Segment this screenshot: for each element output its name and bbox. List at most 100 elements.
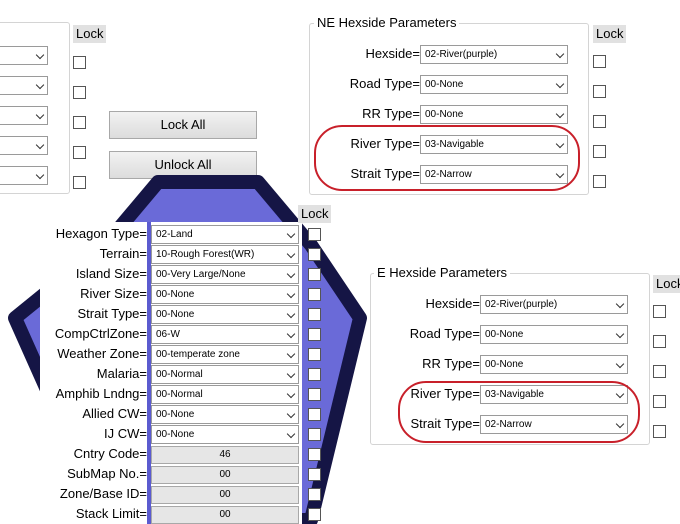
hex-label-river-size: River Size= (80, 286, 147, 301)
hex-lock-checkbox[interactable] (308, 468, 321, 481)
e-hexside-value: 02-River(purple) (485, 299, 558, 310)
hex-amphib-lndng-select[interactable]: 00-Normal (151, 385, 299, 404)
hex-label-weather-zone: Weather Zone= (57, 346, 147, 361)
chevron-down-icon (286, 269, 296, 279)
ne-hexside-select[interactable]: 02-River(purple) (420, 45, 568, 64)
chevron-down-icon (286, 369, 296, 379)
hex-terrain-select[interactable]: 10-Rough Forest(WR) (151, 245, 299, 264)
e-road-type-select[interactable]: 00-None (480, 325, 628, 344)
chevron-down-icon (555, 49, 565, 59)
ne-lock-checkbox-strait[interactable] (593, 175, 606, 188)
e-label-road-type: Road Type= (409, 326, 480, 341)
e-label-rr-type: RR Type= (422, 356, 480, 371)
chevron-down-icon (615, 359, 625, 369)
hex-weather-zone-select[interactable]: 00-temperate zone (151, 345, 299, 364)
zone-base-id-field[interactable]: 00 (151, 486, 299, 504)
hex-river-size-value: 00-None (156, 289, 195, 300)
e-lock-checkbox-rr[interactable] (653, 365, 666, 378)
e-label-hexside: Hexside= (425, 296, 480, 311)
chevron-down-icon (286, 409, 296, 419)
ne-lock-checkbox-road[interactable] (593, 85, 606, 98)
stack-limit-field[interactable]: 00 (151, 506, 299, 524)
ne-lock-checkbox-hexside[interactable] (593, 55, 606, 68)
chevron-down-icon (286, 289, 296, 299)
lock-header-hex: Lock (298, 205, 332, 223)
hex-lock-checkbox[interactable] (308, 508, 321, 521)
e-rr-type-select[interactable]: 00-None (480, 355, 628, 374)
hex-lock-checkbox[interactable] (308, 348, 321, 361)
hex-ij-cw-value: 00-None (156, 429, 195, 440)
hex-allied-cw-value: 00-None (156, 409, 195, 420)
chevron-down-icon (615, 329, 625, 339)
ne-panel-title: NE Hexside Parameters (314, 15, 460, 30)
hex-allied-cw-select[interactable]: 00-None (151, 405, 299, 424)
hex-label-island-size: Island Size= (75, 266, 147, 281)
e-lock-checkbox-strait[interactable] (653, 425, 666, 438)
hex-label-stack-limit: Stack Limit= (75, 506, 147, 521)
hex-lock-checkbox[interactable] (308, 388, 321, 401)
chevron-down-icon (286, 429, 296, 439)
submap-no-field[interactable]: 00 (151, 466, 299, 484)
chevron-down-icon (615, 299, 625, 309)
cntry-code-field[interactable]: 46 (151, 446, 299, 464)
hex-lock-checkbox[interactable] (308, 428, 321, 441)
hex-label-zone-base-id: Zone/Base ID= (59, 486, 147, 501)
ne-highlight-ring (314, 125, 580, 191)
hex-ij-cw-select[interactable]: 00-None (151, 425, 299, 444)
hex-lock-checkbox[interactable] (308, 288, 321, 301)
chevron-down-icon (286, 349, 296, 359)
hex-hexagon-type-value: 02-Land (156, 229, 193, 240)
ne-hexside-value: 02-River(purple) (425, 49, 498, 60)
hex-label-cntry-code: Cntry Code= (73, 446, 147, 461)
hex-weather-zone-value: 00-temperate zone (156, 349, 240, 360)
hex-label-submap-no: SubMap No.= (67, 466, 147, 481)
e-lock-checkbox-hexside[interactable] (653, 305, 666, 318)
e-hexside-select[interactable]: 02-River(purple) (480, 295, 628, 314)
lock-header-ne: Lock (593, 25, 627, 43)
hex-label-terrain: Terrain= (99, 246, 147, 261)
hex-strait-type-select[interactable]: 00-None (151, 305, 299, 324)
hex-terrain-value: 10-Rough Forest(WR) (156, 249, 255, 260)
hex-label-hexagon-type: Hexagon Type= (55, 226, 147, 241)
hex-label-malaria: Malaria= (96, 366, 147, 381)
hex-label-allied-cw: Allied CW= (82, 406, 147, 421)
e-highlight-ring (398, 381, 640, 443)
ne-rr-type-select[interactable]: 00-None (420, 105, 568, 124)
hex-lock-checkbox[interactable] (308, 448, 321, 461)
chevron-down-icon (555, 79, 565, 89)
hex-lock-checkbox[interactable] (308, 368, 321, 381)
e-road-type-value: 00-None (485, 329, 524, 340)
chevron-down-icon (286, 389, 296, 399)
hex-river-size-select[interactable]: 00-None (151, 285, 299, 304)
ne-label-rr-type: RR Type= (362, 106, 420, 121)
hex-island-size-select[interactable]: 00-Very Large/None (151, 265, 299, 284)
hex-island-size-value: 00-Very Large/None (156, 269, 246, 280)
hex-malaria-select[interactable]: 00-Normal (151, 365, 299, 384)
chevron-down-icon (286, 329, 296, 339)
ne-label-road-type: Road Type= (349, 76, 420, 91)
hex-lock-checkbox[interactable] (308, 408, 321, 421)
hex-lock-checkbox[interactable] (308, 228, 321, 241)
hex-lock-checkbox[interactable] (308, 268, 321, 281)
ne-road-type-select[interactable]: 00-None (420, 75, 568, 94)
hex-strait-type-value: 00-None (156, 309, 195, 320)
chevron-down-icon (286, 229, 296, 239)
hex-label-comp-ctrl-zone: CompCtrlZone= (54, 326, 147, 341)
hex-lock-checkbox[interactable] (308, 248, 321, 261)
e-panel-title: E Hexside Parameters (374, 265, 511, 280)
hex-lock-checkbox[interactable] (308, 488, 321, 501)
e-lock-checkbox-river[interactable] (653, 395, 666, 408)
e-rr-type-value: 00-None (485, 359, 524, 370)
hex-comp-ctrl-zone-select[interactable]: 06-W (151, 325, 299, 344)
hex-lock-checkbox[interactable] (308, 328, 321, 341)
hex-lock-checkbox[interactable] (308, 308, 321, 321)
chevron-down-icon (555, 109, 565, 119)
hex-malaria-value: 00-Normal (156, 369, 203, 380)
ne-label-hexside: Hexside= (365, 46, 420, 61)
hex-amphib-lndng-value: 00-Normal (156, 389, 203, 400)
ne-lock-checkbox-river[interactable] (593, 145, 606, 158)
ne-rr-type-value: 00-None (425, 109, 464, 120)
ne-lock-checkbox-rr[interactable] (593, 115, 606, 128)
e-lock-checkbox-road[interactable] (653, 335, 666, 348)
hex-hexagon-type-select[interactable]: 02-Land (151, 225, 299, 244)
